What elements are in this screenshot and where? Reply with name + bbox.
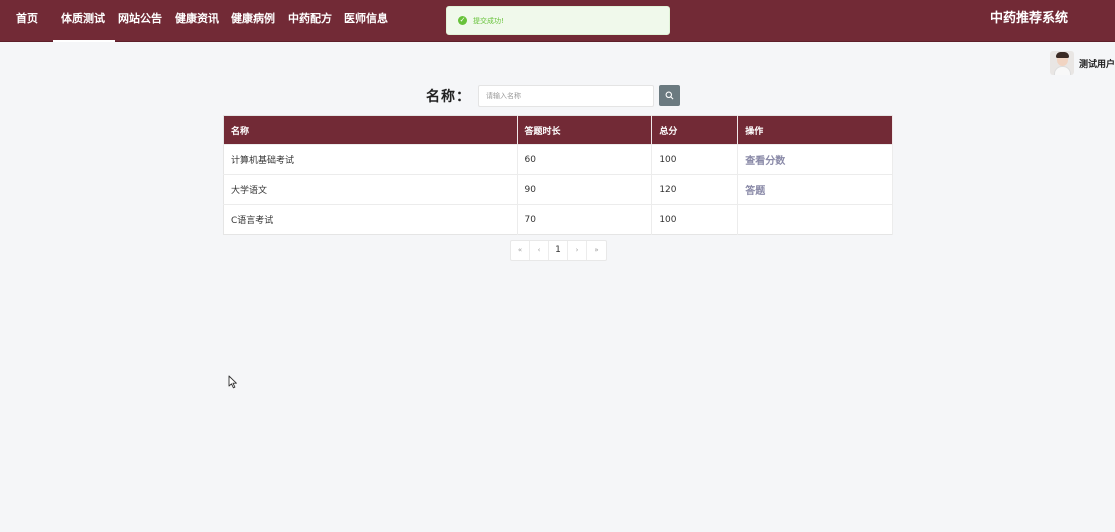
exam-duration: 70 bbox=[517, 204, 653, 235]
table-row: C语言考试 70 100 bbox=[223, 204, 893, 235]
exam-score: 100 bbox=[651, 144, 739, 175]
nav-item-home[interactable]: 首页 bbox=[16, 0, 38, 42]
column-header-duration: 答题时长 bbox=[517, 115, 653, 145]
nav-item-constitution-test[interactable]: 体质测试 bbox=[53, 0, 115, 42]
exam-table: 名称 答题时长 总分 操作 计算机基础考试 60 100 查看分数 大学语文 9… bbox=[223, 115, 893, 235]
exam-name: 大学语文 bbox=[223, 174, 518, 205]
next-page-button[interactable]: › bbox=[568, 241, 587, 260]
exam-duration: 60 bbox=[517, 144, 653, 175]
exam-score: 100 bbox=[651, 204, 739, 235]
nav-item-announcements[interactable]: 网站公告 bbox=[118, 0, 162, 42]
action-cell bbox=[737, 204, 893, 235]
nav-item-health-news[interactable]: 健康资讯 bbox=[175, 0, 219, 42]
exam-duration: 90 bbox=[517, 174, 653, 205]
site-brand[interactable]: 中药推荐系统 bbox=[990, 0, 1068, 42]
column-header-action: 操作 bbox=[737, 115, 893, 145]
last-page-button[interactable]: » bbox=[587, 241, 606, 260]
mouse-cursor-icon bbox=[228, 375, 237, 389]
exam-score: 120 bbox=[651, 174, 739, 205]
column-header-name: 名称 bbox=[223, 115, 518, 145]
prev-page-button[interactable]: ‹ bbox=[530, 241, 549, 260]
avatar[interactable] bbox=[1050, 51, 1074, 75]
exam-name: C语言考试 bbox=[223, 204, 518, 235]
toast-message: 提交成功! bbox=[473, 16, 504, 25]
pagination: « ‹ 1 › » bbox=[510, 240, 607, 261]
user-menu[interactable]: 测试用户 bbox=[1050, 50, 1115, 76]
nav-item-herbal-formulas[interactable]: 中药配方 bbox=[288, 0, 332, 42]
check-circle-icon: ✓ bbox=[458, 16, 467, 25]
exam-name: 计算机基础考试 bbox=[223, 144, 518, 175]
search-input[interactable] bbox=[478, 85, 654, 107]
answer-link[interactable]: 答题 bbox=[737, 174, 893, 205]
nav-item-physicians[interactable]: 医师信息 bbox=[344, 0, 388, 42]
table-header-row: 名称 答题时长 总分 操作 bbox=[223, 115, 893, 145]
user-name[interactable]: 测试用户 bbox=[1079, 57, 1115, 70]
success-toast: ✓ 提交成功! bbox=[446, 6, 670, 35]
page-number-current[interactable]: 1 bbox=[549, 241, 568, 260]
table-row: 大学语文 90 120 答题 bbox=[223, 174, 893, 205]
search-icon bbox=[665, 91, 674, 100]
search-button[interactable] bbox=[659, 85, 680, 106]
nav-item-health-cases[interactable]: 健康病例 bbox=[231, 0, 275, 42]
first-page-button[interactable]: « bbox=[511, 241, 530, 260]
search-label: 名称： bbox=[426, 89, 471, 105]
column-header-score: 总分 bbox=[651, 115, 739, 145]
table-row: 计算机基础考试 60 100 查看分数 bbox=[223, 144, 893, 175]
view-score-link[interactable]: 查看分数 bbox=[737, 144, 893, 175]
